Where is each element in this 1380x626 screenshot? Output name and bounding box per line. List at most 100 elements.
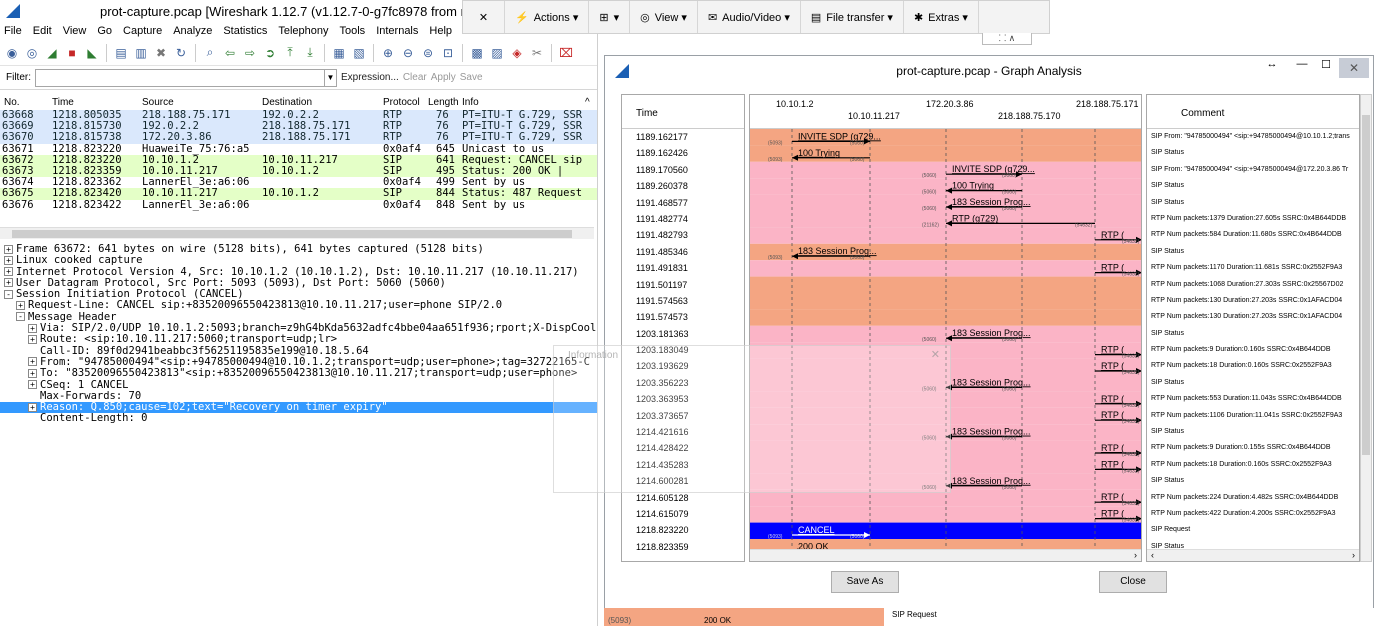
detail-row[interactable]: + From: "94785000494"<sip:+94785000494@10… <box>0 357 597 368</box>
remote-close-button[interactable]: ✕ <box>463 1 505 33</box>
toolbar-collapse-tab[interactable]: ⸬ ∧ <box>982 33 1032 45</box>
comment-cell[interactable]: RTP Num packets:9 Duration:0.155s SSRC:0… <box>1147 440 1359 456</box>
dialog-close-icon[interactable]: ✕ <box>1339 58 1369 78</box>
menu-item-statistics[interactable]: Statistics <box>223 25 267 37</box>
colorize-icon[interactable]: ▦ <box>331 45 347 61</box>
packet-row[interactable]: 63676 1218.823422 LannerEl_3e:a6:06 0x0af4 8… <box>0 199 597 211</box>
expand-icon[interactable]: + <box>4 267 13 277</box>
time-cell[interactable]: 1191.501197 <box>622 277 744 293</box>
detail-row[interactable]: + Linux cooked capture <box>0 255 597 266</box>
maximize-icon[interactable]: ☐ <box>1313 58 1339 71</box>
menu-item-edit[interactable]: Edit <box>33 25 52 37</box>
comment-cell[interactable]: SIP Status <box>1147 473 1359 489</box>
save-filter-button[interactable]: Save <box>460 72 483 83</box>
audio-video-menu[interactable]: ✉ Audio/Video ▾ <box>698 1 801 33</box>
menu-item-help[interactable]: Help <box>429 25 452 37</box>
collapse-icon[interactable]: - <box>4 289 13 299</box>
comment-cell[interactable]: RTP Num packets:422 Duration:4.200s SSRC… <box>1147 506 1359 522</box>
flow-row[interactable] <box>750 161 1142 179</box>
comment-cell[interactable]: RTP Num packets:1170 Duration:11.681s SS… <box>1147 260 1359 276</box>
scroll-left-icon[interactable]: ‹ <box>1151 550 1154 560</box>
comment-cell[interactable]: RTP Num packets:1379 Duration:27.605s SS… <box>1147 211 1359 227</box>
time-cell[interactable]: 1191.574573 <box>622 309 744 325</box>
time-cell[interactable]: 1189.260378 <box>622 178 744 194</box>
detail-row[interactable]: + Route: <sip:10.10.11.217:5060;transport… <box>0 334 597 345</box>
comment-cell[interactable]: RTP Num packets:224 Duration:4.482s SSRC… <box>1147 490 1359 506</box>
time-cell[interactable]: 1218.823359 <box>622 539 744 555</box>
col-no[interactable]: No. <box>4 97 20 108</box>
restore-icon[interactable]: ↔ <box>1259 58 1285 70</box>
interfaces-icon[interactable]: ◉ <box>4 45 20 61</box>
time-cell[interactable]: 1189.162426 <box>622 145 744 161</box>
detail-row[interactable]: Content-Length: 0 <box>0 413 597 424</box>
filter-input[interactable] <box>35 68 325 87</box>
detail-row[interactable]: + To: "83520096550423813"<sip:+8352009655… <box>0 368 597 379</box>
comment-cell[interactable]: RTP Num packets:584 Duration:11.680s SSR… <box>1147 227 1359 243</box>
time-cell[interactable]: 1191.485346 <box>622 244 744 260</box>
windows-menu[interactable]: ⊞ ▾ <box>589 1 631 33</box>
menu-item-capture[interactable]: Capture <box>123 25 162 37</box>
packet-row[interactable]: 63675 1218.823420 10.10.11.217 10.10.1.2 SIP… <box>0 188 597 200</box>
close-button[interactable]: Close <box>1099 571 1167 593</box>
time-cell[interactable]: 1214.615079 <box>622 506 744 522</box>
comment-cell[interactable]: RTP Num packets:1068 Duration:27.303s SS… <box>1147 277 1359 293</box>
time-cell[interactable]: 1191.574563 <box>622 293 744 309</box>
menu-item-telephony[interactable]: Telephony <box>278 25 328 37</box>
scroll-thumb[interactable] <box>1362 115 1370 455</box>
preferences-icon[interactable]: ✂ <box>529 45 545 61</box>
comment-vscrollbar[interactable] <box>1360 94 1372 562</box>
comment-cell[interactable]: RTP Num packets:130 Duration:27.203s SSR… <box>1147 309 1359 325</box>
time-cell[interactable]: 1191.482793 <box>622 227 744 243</box>
expand-icon[interactable]: + <box>4 244 13 254</box>
expand-icon[interactable]: + <box>28 402 37 412</box>
filter-dropdown-icon[interactable]: ▼ <box>325 68 337 87</box>
detail-row[interactable]: + Reason: Q.850;cause=102;text="Recovery … <box>0 402 597 414</box>
coloring-rules-icon[interactable]: ◈ <box>509 45 525 61</box>
close-file-icon[interactable]: ✖ <box>153 45 169 61</box>
detail-row[interactable]: + Request-Line: CANCEL sip:+8352009655042… <box>0 300 597 311</box>
zoom-out-icon[interactable]: ⊖ <box>400 45 416 61</box>
go-last-icon[interactable]: ⤓ <box>302 45 318 61</box>
flow-row[interactable] <box>750 178 1142 195</box>
go-first-icon[interactable]: ⤒ <box>282 45 298 61</box>
detail-row[interactable]: - Message Header <box>0 312 597 323</box>
stop-capture-icon[interactable]: ■ <box>64 45 80 61</box>
restart-capture-icon[interactable]: ◣ <box>84 45 100 61</box>
file-transfer-menu[interactable]: ▤ File transfer ▾ <box>801 1 904 33</box>
open-file-icon[interactable]: ▤ <box>113 45 129 61</box>
time-cell[interactable]: 1191.468577 <box>622 195 744 211</box>
clear-button[interactable]: Clear <box>403 72 427 83</box>
flow-row[interactable] <box>750 293 1142 310</box>
time-cell[interactable]: 1189.170560 <box>622 162 744 178</box>
menu-item-analyze[interactable]: Analyze <box>173 25 212 37</box>
detail-row[interactable]: Max-Forwards: 70 <box>0 391 597 402</box>
menu-item-view[interactable]: View <box>63 25 87 37</box>
normal-size-icon[interactable]: ⊜ <box>420 45 436 61</box>
expand-icon[interactable]: + <box>4 278 13 288</box>
minimize-icon[interactable]: — <box>1289 58 1315 70</box>
menu-item-tools[interactable]: Tools <box>340 25 366 37</box>
flow-row[interactable] <box>750 227 1142 244</box>
comment-cell[interactable]: SIP Status <box>1147 195 1359 211</box>
comment-cell[interactable]: RTP Num packets:1106 Duration:11.041s SS… <box>1147 408 1359 424</box>
col-info[interactable]: Info <box>462 97 479 108</box>
save-file-icon[interactable]: ▥ <box>133 45 149 61</box>
detail-row[interactable]: + Via: SIP/2.0/UDP 10.10.1.2:5093;branch=… <box>0 323 597 334</box>
view-menu[interactable]: ◎ View ▾ <box>630 1 698 33</box>
scroll-right-icon[interactable]: › <box>1352 550 1355 560</box>
comment-cell[interactable]: SIP Request <box>1147 522 1359 538</box>
expand-icon[interactable]: + <box>28 323 37 333</box>
options-icon[interactable]: ◎ <box>24 45 40 61</box>
packet-row[interactable]: 63670 1218.815738 172.20.3.86 218.188.75.17… <box>0 132 597 144</box>
detail-row[interactable]: + Internet Protocol Version 4, Src: 10.10… <box>0 267 597 278</box>
help-icon[interactable]: ⌧ <box>558 45 574 61</box>
expand-icon[interactable]: + <box>28 334 37 344</box>
detail-row[interactable]: Call-ID: 89f0d2941beabbc3f56251195835e19… <box>0 346 597 357</box>
find-packet-icon[interactable]: ⌕ <box>202 45 218 61</box>
info-close-icon[interactable]: ✕ <box>931 348 940 361</box>
comment-cell[interactable]: RTP Num packets:9 Duration:0.160s SSRC:0… <box>1147 342 1359 358</box>
col-length[interactable]: Length <box>428 97 459 108</box>
reload-icon[interactable]: ↻ <box>173 45 189 61</box>
col-source[interactable]: Source <box>142 97 174 108</box>
expression-button[interactable]: Expression... <box>341 72 399 83</box>
